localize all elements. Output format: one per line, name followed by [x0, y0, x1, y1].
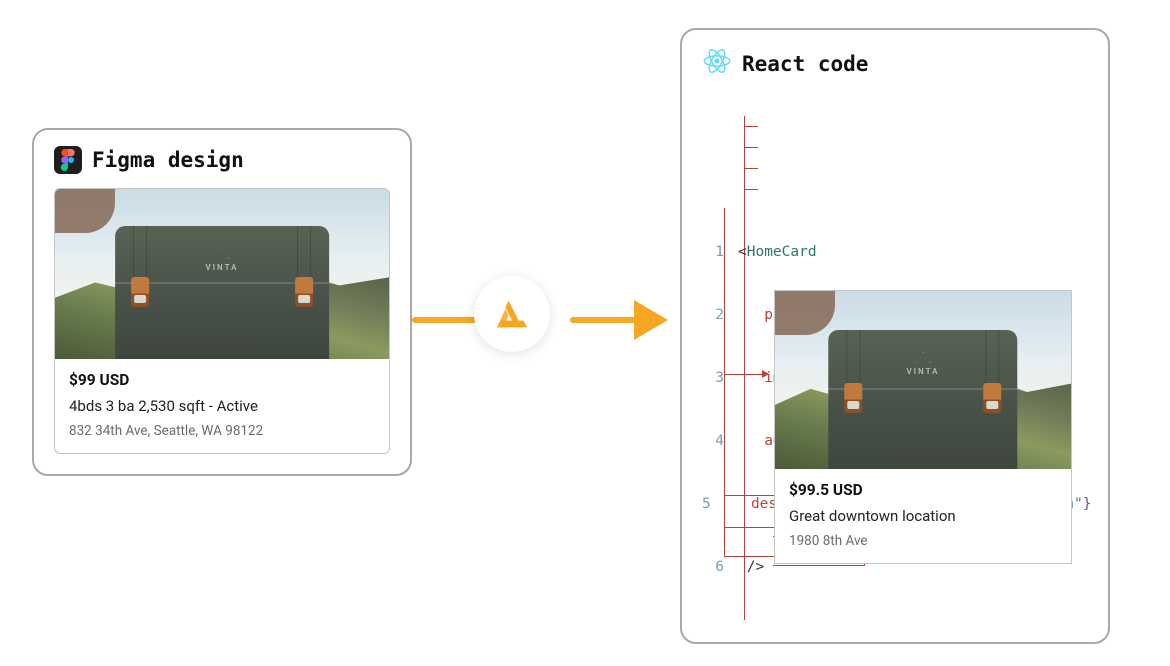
- connector-line: [724, 556, 774, 557]
- card-body: $99 USD 4bds 3 ba 2,530 sqft - Active 83…: [55, 359, 389, 453]
- figma-panel-header: Figma design: [54, 146, 390, 174]
- react-panel-title: React code: [742, 52, 868, 76]
- line-number: 5: [702, 494, 711, 515]
- card-address: 1980 8th Ave: [789, 533, 1057, 549]
- card-address: 832 34th Ave, Seattle, WA 98122: [69, 423, 375, 439]
- figma-panel: Figma design VINTA $99 USD 4bds 3 ba 2,5…: [32, 128, 412, 476]
- jsx-tag: HomeCard: [747, 244, 817, 260]
- line-number: 1: [702, 242, 724, 263]
- connector-line: [724, 208, 725, 556]
- jsx-close: />: [747, 559, 764, 575]
- card-image: VINTA: [775, 291, 1071, 469]
- react-panel: React code 1<HomeCard 2 price={99.5} 3 i…: [680, 28, 1110, 644]
- figma-logo-icon: [54, 146, 82, 174]
- card-body: $99.5 USD Great downtown location 1980 8…: [775, 469, 1071, 563]
- line-number: 3: [702, 368, 724, 389]
- line-number: 6: [702, 557, 724, 578]
- bag-brand-label: VINTA: [907, 352, 940, 376]
- card-image: VINTA: [55, 189, 389, 359]
- line-number: 2: [702, 305, 724, 326]
- rendered-card: VINTA $99.5 USD Great downtown location …: [774, 290, 1072, 564]
- connector-line: [724, 527, 774, 528]
- line-number: 4: [702, 431, 724, 452]
- connector-line: [724, 374, 764, 375]
- card-price: $99.5 USD: [789, 481, 1057, 499]
- aws-amplify-logo-icon: [474, 276, 550, 352]
- design-card: VINTA $99 USD 4bds 3 ba 2,530 sqft - Act…: [54, 188, 390, 454]
- card-description: Great downtown location: [789, 507, 1057, 525]
- figma-panel-title: Figma design: [92, 148, 244, 172]
- react-logo-icon: [702, 46, 732, 81]
- react-panel-header: React code: [702, 46, 1088, 81]
- card-description: 4bds 3 ba 2,530 sqft - Active: [69, 397, 375, 415]
- connector-line: [724, 495, 774, 496]
- arrowhead-icon: [762, 370, 769, 378]
- card-price: $99 USD: [69, 371, 375, 389]
- bag-brand-label: VINTA: [206, 248, 239, 272]
